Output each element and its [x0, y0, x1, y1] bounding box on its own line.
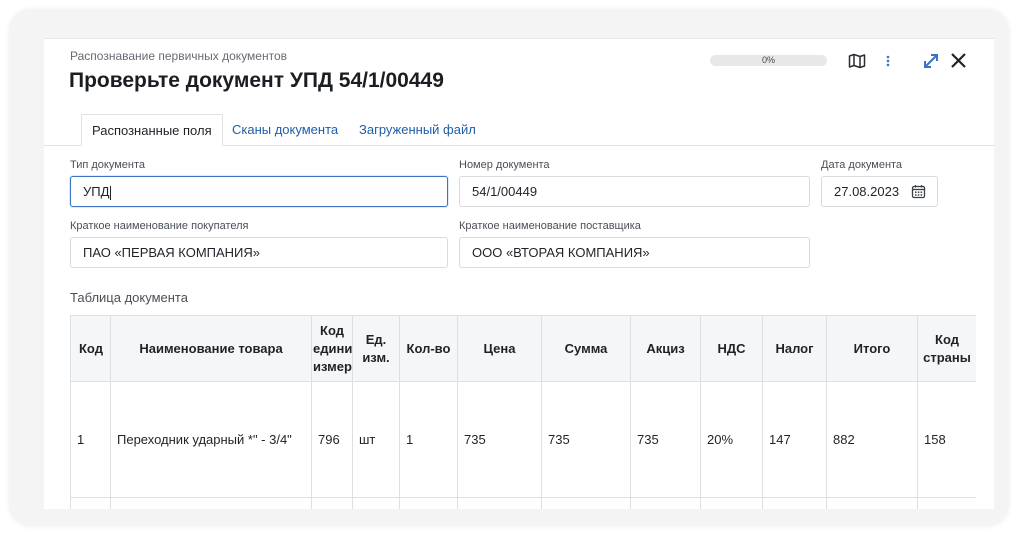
document-table: Код Наименование товара Код единицы изме… — [70, 315, 976, 509]
table-row[interactable]: 1 Переходник ударный *" - 3/4" 796 шт 1 … — [70, 381, 976, 498]
cell-unit[interactable]: шт — [352, 381, 400, 498]
col-header-sum[interactable]: Сумма — [541, 315, 631, 382]
empty-cell[interactable] — [399, 497, 458, 509]
dialog-subtitle: Распознавание первичных документов — [70, 49, 288, 63]
doc-number-label: Номер документа — [459, 159, 550, 171]
empty-cell[interactable] — [700, 497, 763, 509]
cell-unit-code[interactable]: 796 — [311, 381, 353, 498]
empty-cell[interactable] — [826, 497, 918, 509]
table-row[interactable] — [70, 497, 976, 509]
col-header-price[interactable]: Цена — [457, 315, 542, 382]
tab-document-scans[interactable]: Сканы документа — [232, 114, 338, 145]
cell-quantity[interactable]: 1 — [399, 381, 458, 498]
table-title: Таблица документа — [70, 290, 188, 305]
page-title: Проверьте документ УПД 54/1/00449 — [69, 69, 444, 92]
cell-vat[interactable]: 20% — [700, 381, 763, 498]
cell-tax[interactable]: 147 — [762, 381, 827, 498]
progress-label: 0% — [761, 55, 775, 65]
buyer-label: Краткое наименование покупателя — [70, 220, 249, 232]
window-frame: Распознавание первичных документов Прове… — [10, 10, 1008, 525]
col-header-country-code[interactable]: Код страны — [917, 315, 976, 382]
document-dialog: Распознавание первичных документов Прове… — [44, 38, 994, 509]
empty-cell[interactable] — [311, 497, 353, 509]
cell-code[interactable]: 1 — [70, 381, 111, 498]
cell-country-code[interactable]: 158 — [917, 381, 976, 498]
cell-product-name[interactable]: Переходник ударный *" - 3/4" — [110, 381, 312, 498]
col-header-vat[interactable]: НДС — [700, 315, 763, 382]
doc-date-label: Дата документа — [821, 159, 903, 171]
doc-number-input[interactable]: 54/1/00449 — [459, 176, 810, 207]
doc-type-input[interactable]: УПД — [70, 176, 448, 207]
doc-type-label: Тип документа — [70, 159, 146, 171]
empty-cell[interactable] — [762, 497, 827, 509]
empty-cell[interactable] — [917, 497, 976, 509]
empty-cell[interactable] — [630, 497, 701, 509]
col-header-excise[interactable]: Акциз — [630, 315, 701, 382]
col-header-tax[interactable]: Налог — [762, 315, 827, 382]
empty-cell[interactable] — [352, 497, 400, 509]
col-header-product-name[interactable]: Наименование товара — [110, 315, 312, 382]
col-header-quantity[interactable]: Кол-во — [399, 315, 458, 382]
map-icon[interactable] — [848, 53, 866, 69]
cell-total[interactable]: 882 — [826, 381, 918, 498]
empty-cell[interactable] — [70, 497, 111, 509]
tab-recognized-fields[interactable]: Распознанные поля — [81, 114, 223, 146]
col-header-code[interactable]: Код — [70, 315, 111, 382]
table-header-row: Код Наименование товара Код единицы изме… — [70, 315, 976, 382]
supplier-input[interactable]: ООО «ВТОРАЯ КОМПАНИЯ» — [459, 237, 810, 268]
empty-cell[interactable] — [541, 497, 631, 509]
progress-bar: 0% — [710, 55, 827, 66]
expand-icon[interactable] — [922, 52, 940, 70]
calendar-icon[interactable] — [911, 184, 926, 199]
close-icon[interactable] — [950, 52, 967, 69]
tab-bar: Распознанные поля Сканы документа Загруж… — [44, 114, 994, 146]
doc-date-value: 27.08.2023 — [834, 184, 900, 199]
supplier-label: Краткое наименование поставщика — [459, 220, 641, 232]
cell-excise[interactable]: 735 — [630, 381, 701, 498]
buyer-input[interactable]: ПАО «ПЕРВАЯ КОМПАНИЯ» — [70, 237, 448, 268]
more-vertical-icon[interactable] — [885, 53, 891, 69]
tab-uploaded-file[interactable]: Загруженный файл — [359, 114, 476, 145]
cell-sum[interactable]: 735 — [541, 381, 631, 498]
col-header-unit-code[interactable]: Код единицы измерения — [311, 315, 353, 382]
empty-cell[interactable] — [110, 497, 312, 509]
cell-price[interactable]: 735 — [457, 381, 542, 498]
col-header-unit[interactable]: Ед. изм. — [352, 315, 400, 382]
col-header-total[interactable]: Итого — [826, 315, 918, 382]
empty-cell[interactable] — [457, 497, 542, 509]
